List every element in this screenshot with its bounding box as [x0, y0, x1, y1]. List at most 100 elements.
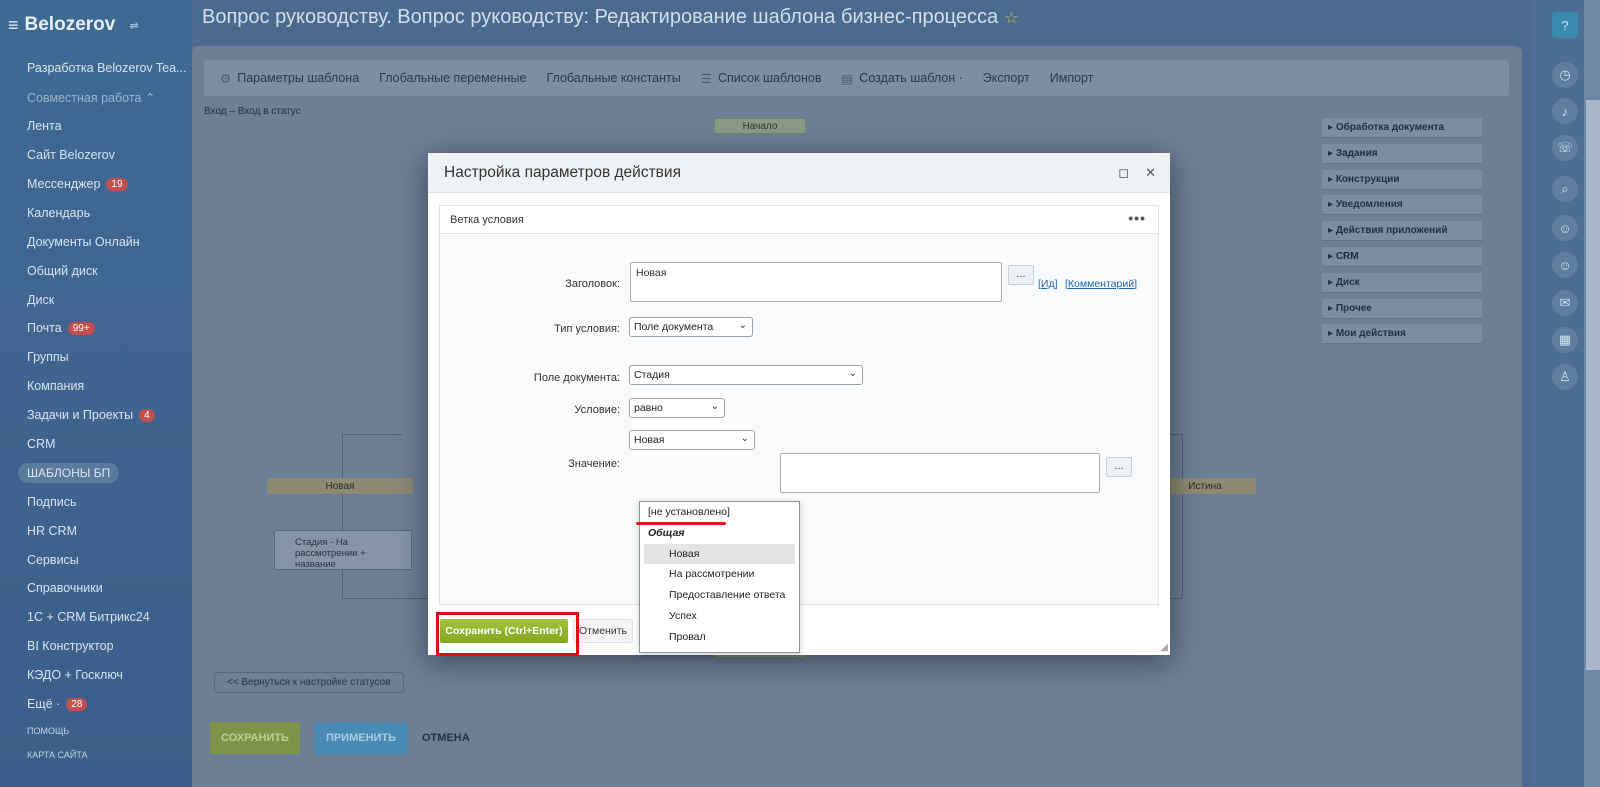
value-dots-button[interactable]: ... — [1106, 457, 1132, 477]
bell-icon[interactable]: ♪ — [1552, 98, 1578, 124]
sidebar-item[interactable]: Группы — [0, 343, 192, 372]
user-icon[interactable]: ♙ — [1552, 364, 1578, 390]
breadcrumb: Вход – Вход в статус — [204, 106, 301, 117]
sidebar-item[interactable]: Ещё · 28 — [0, 690, 192, 719]
activity-group[interactable]: ▸ CRM — [1322, 246, 1482, 267]
back-to-statuses-button[interactable]: << Вернуться к настройке статусов — [214, 672, 404, 693]
page-apply-button[interactable]: ПРИМЕНИТЬ — [314, 722, 408, 754]
page-cancel-button[interactable]: ОТМЕНА — [422, 732, 470, 744]
sidebar-item[interactable]: Документы Онлайн — [0, 227, 192, 256]
sidebar-item-label: Ещё · — [27, 697, 61, 712]
dialog-cancel-button[interactable]: Отменить — [573, 619, 633, 643]
close-icon[interactable]: ✕ — [1145, 165, 1156, 181]
help-icon[interactable]: ? — [1552, 12, 1578, 38]
diagram-branch-left[interactable]: Новая — [267, 478, 413, 494]
annotation-highlight-box — [436, 612, 579, 656]
dropdown-option[interactable]: Предоставление ответа — [640, 585, 799, 606]
sidebar-item[interactable]: HR CRM — [0, 516, 192, 545]
chat-icon[interactable]: ✉ — [1552, 290, 1578, 316]
sidebar-item[interactable]: Разработка Belozerov Tea... — [0, 54, 192, 83]
sidebar-item[interactable]: Задачи и Проекты 4 — [0, 401, 192, 430]
sidebar-item-label: Компания — [27, 379, 85, 394]
diagram-line — [1182, 434, 1183, 598]
page-title-text: Вопрос руководству. Вопрос руководству: … — [202, 6, 999, 28]
dropdown-option[interactable]: На рассмотрении — [640, 564, 799, 585]
activity-group[interactable]: ▸ Мои действия — [1322, 324, 1482, 345]
sidebar-item[interactable]: BI Конструктор — [0, 632, 192, 661]
toolbar-item[interactable]: Глобальные переменные — [379, 71, 526, 85]
more-icon[interactable]: ••• — [1128, 210, 1146, 226]
dropdown-option[interactable]: [не установлено] — [640, 502, 799, 523]
sidebar-item-label: Совместная работа ⌃ — [27, 90, 156, 105]
sidebar-item[interactable]: CRM — [0, 430, 192, 459]
comment-link[interactable]: Комментарий — [1068, 278, 1134, 290]
toolbar-item[interactable]: Глобальные константы — [546, 71, 680, 85]
sidebar-item[interactable]: 1С + CRM Битрикс24 — [0, 603, 192, 632]
grid-icon[interactable]: ▦ — [1552, 327, 1578, 353]
activity-group-label: Обработка документа — [1335, 122, 1445, 133]
phone-icon[interactable]: ☏ — [1552, 135, 1578, 161]
resize-grip-icon[interactable]: ◢ — [1160, 642, 1168, 653]
dropdown-option[interactable]: Успех — [640, 606, 799, 627]
condition-select[interactable]: равно ⌄ — [629, 398, 725, 418]
toolbar-item[interactable]: Экспорт — [983, 71, 1030, 85]
dropdown-option[interactable]: Новая — [644, 543, 795, 565]
list-icon: ☰ — [700, 71, 712, 86]
diagram-start[interactable]: Начало — [714, 118, 806, 134]
activity-group[interactable]: ▸ Задания — [1322, 143, 1482, 164]
maximize-icon[interactable]: ◻ — [1118, 165, 1129, 181]
brand[interactable]: ≡ Belozerov ⇌ — [8, 14, 139, 36]
page-scrollbar[interactable] — [1584, 0, 1600, 787]
activity-group[interactable]: ▸ Уведомления — [1322, 195, 1482, 216]
activity-groups: ▸ Обработка документа ▸ Задания ▸ Конструк… — [1322, 118, 1482, 350]
toolbar-item[interactable]: Импорт — [1050, 71, 1094, 85]
sidebar-item[interactable]: Справочники — [0, 574, 192, 603]
diagram-line — [342, 434, 343, 598]
id-link[interactable]: Ид — [1041, 278, 1055, 290]
title-dots-button[interactable]: ... — [1008, 265, 1034, 285]
sidebar-item[interactable]: Подпись — [0, 487, 192, 516]
scrollbar-thumb[interactable] — [1586, 100, 1600, 670]
dropdown-option[interactable]: Провал — [640, 627, 799, 648]
diagram-activity[interactable]: Стадия - На рассмотрении + название — [274, 530, 412, 570]
toolbar-item[interactable]: ▤ Создать шаблон · — [841, 71, 962, 86]
menu-icon[interactable]: ≡ — [8, 15, 19, 36]
sidebar-item[interactable]: ШАБЛОНЫ БП — [0, 458, 192, 487]
sidebar-item[interactable]: Почта 99+ — [0, 314, 192, 343]
sidebar-item[interactable]: Компания — [0, 372, 192, 401]
avatar[interactable]: ☺ — [1552, 215, 1578, 241]
activity-group[interactable]: ▸ Конструкции — [1322, 169, 1482, 190]
avatar[interactable]: ☺ — [1552, 252, 1578, 278]
sidebar-item[interactable]: Совместная работа ⌃ — [0, 83, 192, 112]
help-link[interactable]: ПОМОЩЬ — [27, 726, 69, 736]
dropdown-option: Общая — [648, 526, 685, 539]
value-textarea[interactable] — [780, 453, 1100, 493]
annotation-underline — [636, 522, 726, 525]
activity-group-label: Конструкции — [1335, 173, 1400, 185]
counter-badge: 99+ — [67, 321, 95, 335]
toolbar-item[interactable]: ⚙ Параметры шаблона — [220, 71, 359, 86]
pin-icon[interactable]: ⇌ — [129, 19, 138, 32]
sidebar-item[interactable]: Диск — [0, 285, 192, 314]
clock-icon[interactable]: ◷ — [1552, 62, 1578, 88]
sidebar-item[interactable]: Лента — [0, 112, 192, 141]
sidebar-item[interactable]: Календарь — [0, 198, 192, 227]
sidebar-item[interactable]: Сайт Belozerov — [0, 141, 192, 170]
activity-group[interactable]: ▸ Диск — [1322, 272, 1482, 293]
value-select[interactable]: Новая ⌄ — [629, 430, 755, 450]
toolbar-item[interactable]: ☰ Список шаблонов — [701, 71, 822, 86]
sidebar-item[interactable]: КЭДО + Госключ — [0, 661, 192, 690]
title-textarea[interactable]: Новая — [630, 262, 1002, 302]
activity-group[interactable]: ▸ Действия приложений — [1322, 221, 1482, 242]
sidebar-item[interactable]: Мессенджер 19 — [0, 170, 192, 199]
doc-field-select[interactable]: Стадия ⌄ — [629, 365, 863, 385]
activity-group[interactable]: ▸ Обработка документа — [1322, 118, 1482, 138]
activity-group[interactable]: ▸ Прочее — [1322, 298, 1482, 319]
condition-type-select[interactable]: Поле документа ⌄ — [629, 317, 753, 337]
sidebar-item[interactable]: Общий диск — [0, 256, 192, 285]
sidebar-item[interactable]: Сервисы — [0, 545, 192, 574]
search-icon[interactable]: ⌕ — [1552, 176, 1578, 202]
page-save-button[interactable]: СОХРАНИТЬ — [210, 722, 300, 754]
star-icon[interactable]: ☆ — [1004, 10, 1018, 27]
sitemap-link[interactable]: КАРТА САЙТА — [27, 750, 88, 760]
